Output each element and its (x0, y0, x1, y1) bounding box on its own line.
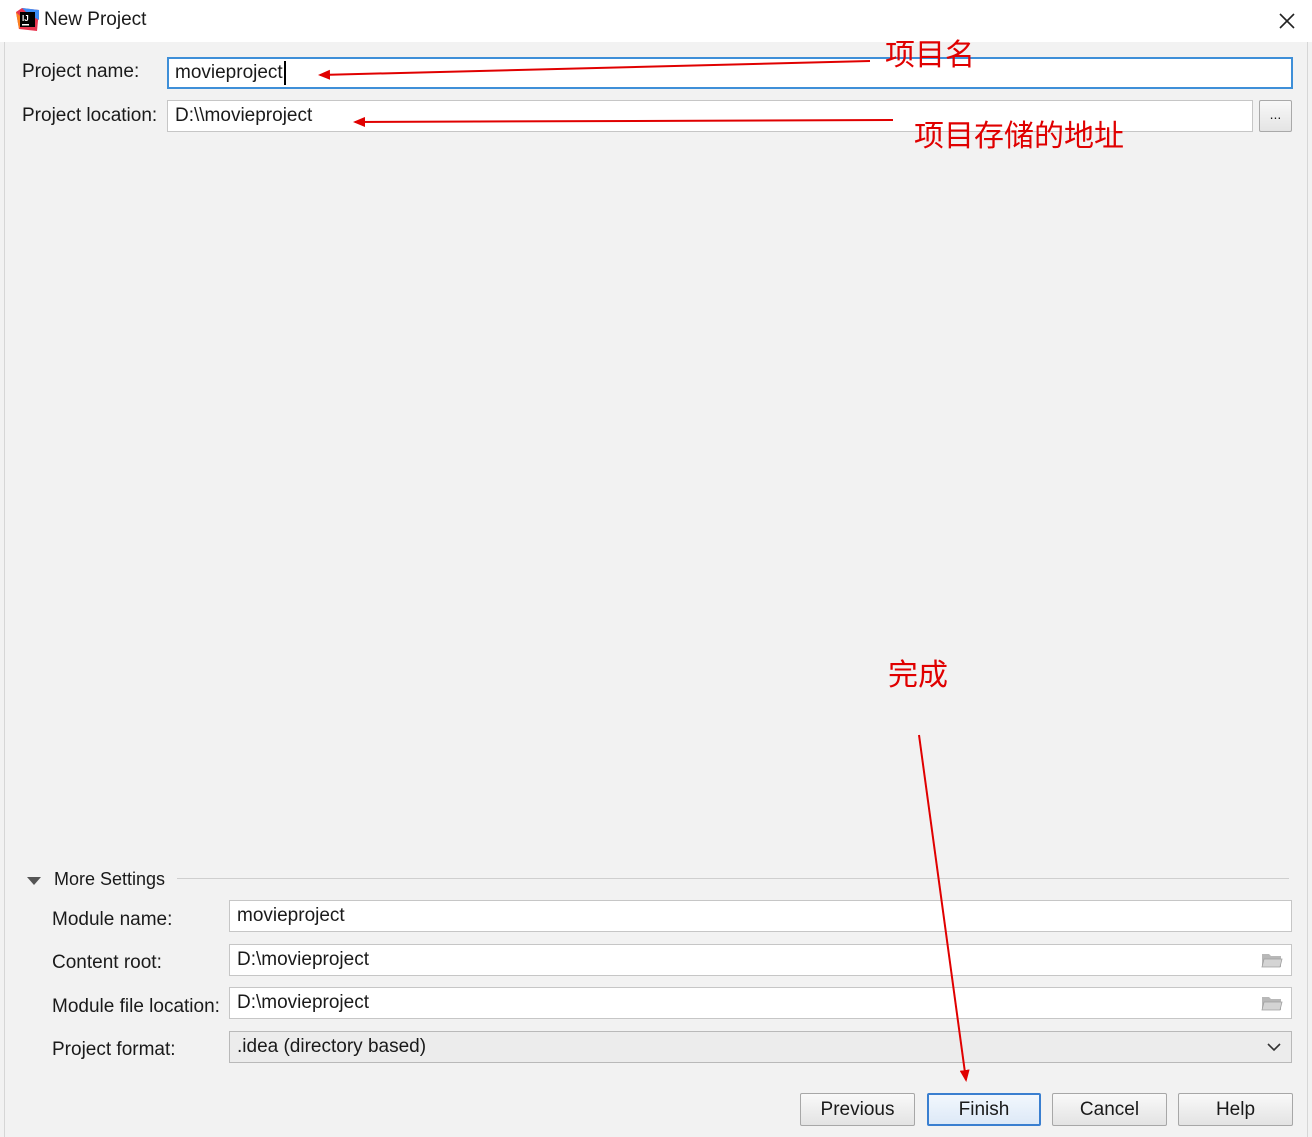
close-icon[interactable] (1274, 8, 1300, 34)
content-root-label: Content root: (52, 952, 162, 973)
folder-icon[interactable] (1261, 951, 1283, 969)
module-name-label: Module name: (52, 909, 173, 930)
annotation-project-name: 项目名 (885, 38, 975, 73)
content-root-input[interactable]: D:\movieproject (229, 944, 1292, 976)
module-file-location-input[interactable]: D:\movieproject (229, 987, 1292, 1019)
title-bar: IJ New Project (0, 0, 1312, 42)
project-name-value: movieproject (175, 62, 283, 83)
more-settings-separator (177, 878, 1289, 879)
text-caret (283, 60, 286, 85)
project-name-input[interactable]: movieproject (167, 57, 1293, 89)
folder-icon[interactable] (1261, 994, 1283, 1012)
svg-text:IJ: IJ (22, 14, 29, 23)
help-button[interactable]: Help (1178, 1093, 1293, 1126)
window-title: New Project (44, 9, 147, 30)
more-settings-toggle[interactable]: More Settings (54, 869, 165, 890)
previous-button[interactable]: Previous (800, 1093, 915, 1126)
project-location-label: Project location: (22, 105, 158, 126)
module-name-value: movieproject (237, 905, 345, 926)
module-file-location-value: D:\movieproject (237, 992, 369, 1013)
intellij-idea-icon: IJ (16, 8, 39, 31)
module-name-input[interactable]: movieproject (229, 900, 1292, 932)
project-format-label: Project format: (52, 1039, 176, 1060)
chevron-down-icon (1267, 1043, 1281, 1052)
browse-button[interactable]: ... (1259, 100, 1292, 132)
finish-button[interactable]: Finish (927, 1093, 1041, 1126)
content-root-value: D:\movieproject (237, 949, 369, 970)
project-format-select[interactable]: .idea (directory based) (229, 1031, 1292, 1063)
project-format-value: .idea (directory based) (237, 1036, 427, 1057)
annotation-project-location: 项目存储的地址 (914, 119, 1124, 154)
cancel-button[interactable]: Cancel (1052, 1093, 1167, 1126)
module-file-location-label: Module file location: (52, 996, 220, 1017)
annotation-finish: 完成 (888, 658, 948, 693)
project-location-value: D:\\movieproject (175, 105, 313, 126)
project-name-label: Project name: (22, 61, 140, 82)
triangle-down-icon[interactable] (26, 875, 42, 887)
